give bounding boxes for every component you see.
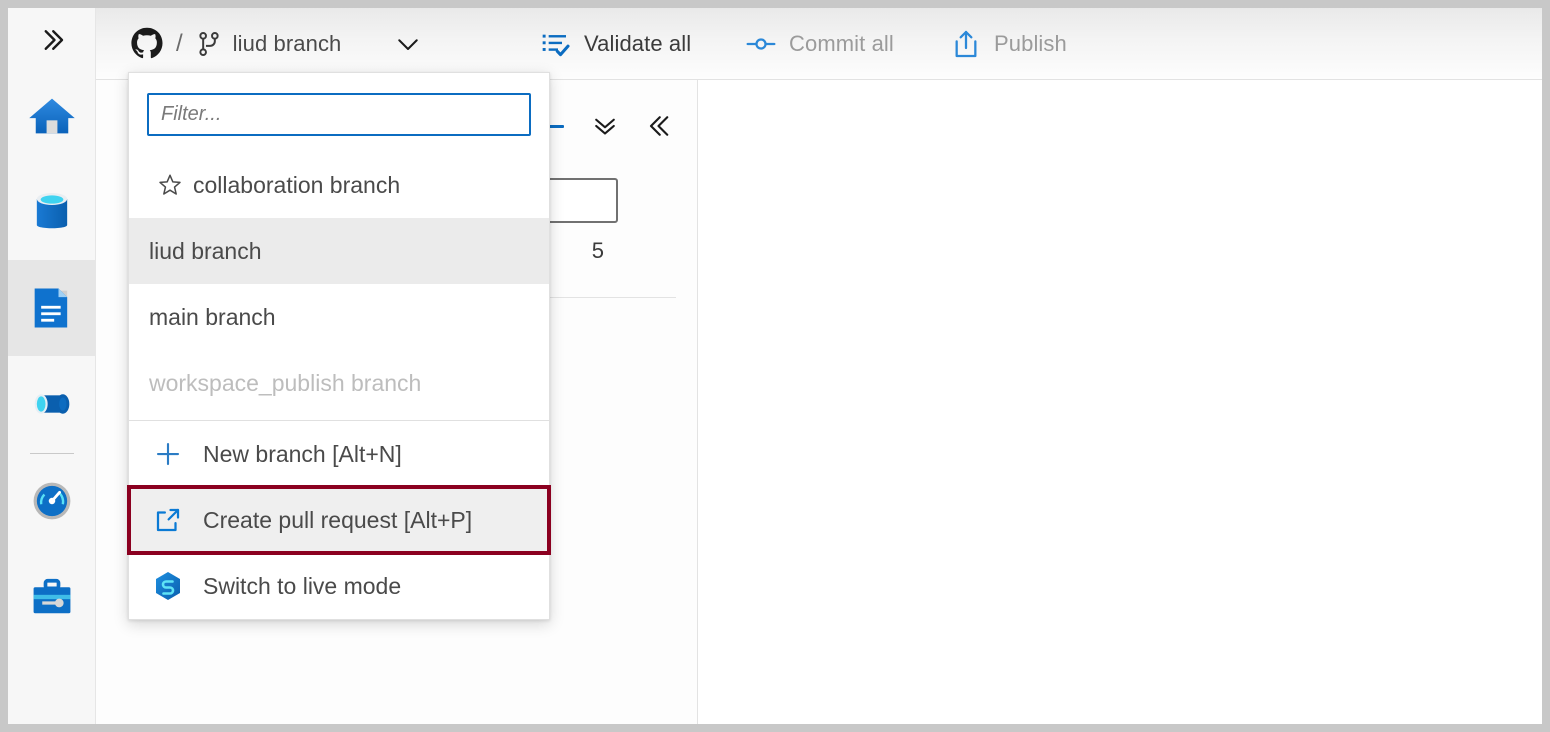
validate-list-check-icon — [540, 28, 572, 60]
top-command-bar: / liud branch — [96, 8, 1542, 80]
monitor-gauge-icon — [26, 475, 78, 527]
external-link-icon — [151, 505, 185, 535]
repo-branch-separator: / — [174, 30, 185, 58]
data-factory-hex-icon — [151, 570, 185, 602]
publish-button[interactable]: Publish — [946, 8, 1071, 80]
author-document-icon — [26, 282, 78, 334]
app-window: / liud branch — [8, 8, 1542, 724]
publish-upload-icon — [950, 28, 982, 60]
chevron-down-icon[interactable] — [393, 29, 423, 59]
double-chevron-down-icon[interactable] — [590, 111, 620, 141]
left-nav-rail — [8, 8, 96, 724]
branch-dropdown-menu: collaboration branch liud branch main br… — [128, 72, 550, 620]
commit-all-label: Commit all — [789, 31, 894, 57]
database-icon — [26, 186, 78, 238]
sidebar-item-monitor[interactable] — [8, 453, 96, 549]
sidebar-item-home[interactable] — [8, 68, 96, 164]
branch-selector[interactable]: / liud branch — [130, 8, 423, 80]
git-branch-icon — [195, 30, 223, 58]
commit-node-icon — [745, 28, 777, 60]
sidebar-item-manage[interactable] — [8, 549, 96, 645]
branch-filter-input[interactable] — [147, 93, 531, 136]
new-branch-label: New branch [Alt+N] — [203, 441, 402, 468]
switch-to-live-mode-label: Switch to live mode — [203, 573, 401, 600]
branch-item-label: collaboration branch — [193, 172, 400, 199]
branch-item-collaboration[interactable]: collaboration branch — [129, 152, 549, 218]
filter-field-wrap — [129, 73, 549, 152]
sidebar-item-integrate[interactable] — [8, 356, 96, 452]
sidebar-item-data[interactable] — [8, 164, 96, 260]
rail-expand-button[interactable] — [8, 8, 96, 72]
commit-all-button[interactable]: Commit all — [741, 8, 898, 80]
star-icon — [147, 172, 193, 198]
branch-item-label: workspace_publish branch — [149, 370, 421, 397]
create-pull-request-action[interactable]: Create pull request [Alt+P] — [129, 487, 549, 553]
github-icon — [130, 27, 164, 61]
double-chevron-right-icon — [37, 25, 67, 55]
manage-toolbox-icon — [26, 571, 78, 623]
branch-item-liud[interactable]: liud branch — [129, 218, 549, 284]
double-chevron-left-icon[interactable] — [646, 111, 676, 141]
branch-item-label: main branch — [149, 304, 276, 331]
plus-icon — [151, 439, 185, 469]
branch-item-label: liud branch — [149, 238, 262, 265]
validate-all-button[interactable]: Validate all — [536, 8, 695, 80]
publish-label: Publish — [994, 31, 1067, 57]
switch-to-live-mode-action[interactable]: Switch to live mode — [129, 553, 549, 619]
current-branch-label: liud branch — [233, 31, 342, 57]
branch-item-main[interactable]: main branch — [129, 284, 549, 350]
new-branch-action[interactable]: New branch [Alt+N] — [129, 421, 549, 487]
branch-item-workspace-publish: workspace_publish branch — [129, 350, 549, 416]
pipeline-spool-icon — [26, 378, 78, 430]
validate-all-label: Validate all — [584, 31, 691, 57]
home-icon — [26, 90, 78, 142]
sidebar-item-author[interactable] — [8, 260, 96, 356]
create-pull-request-label: Create pull request [Alt+P] — [203, 507, 472, 534]
